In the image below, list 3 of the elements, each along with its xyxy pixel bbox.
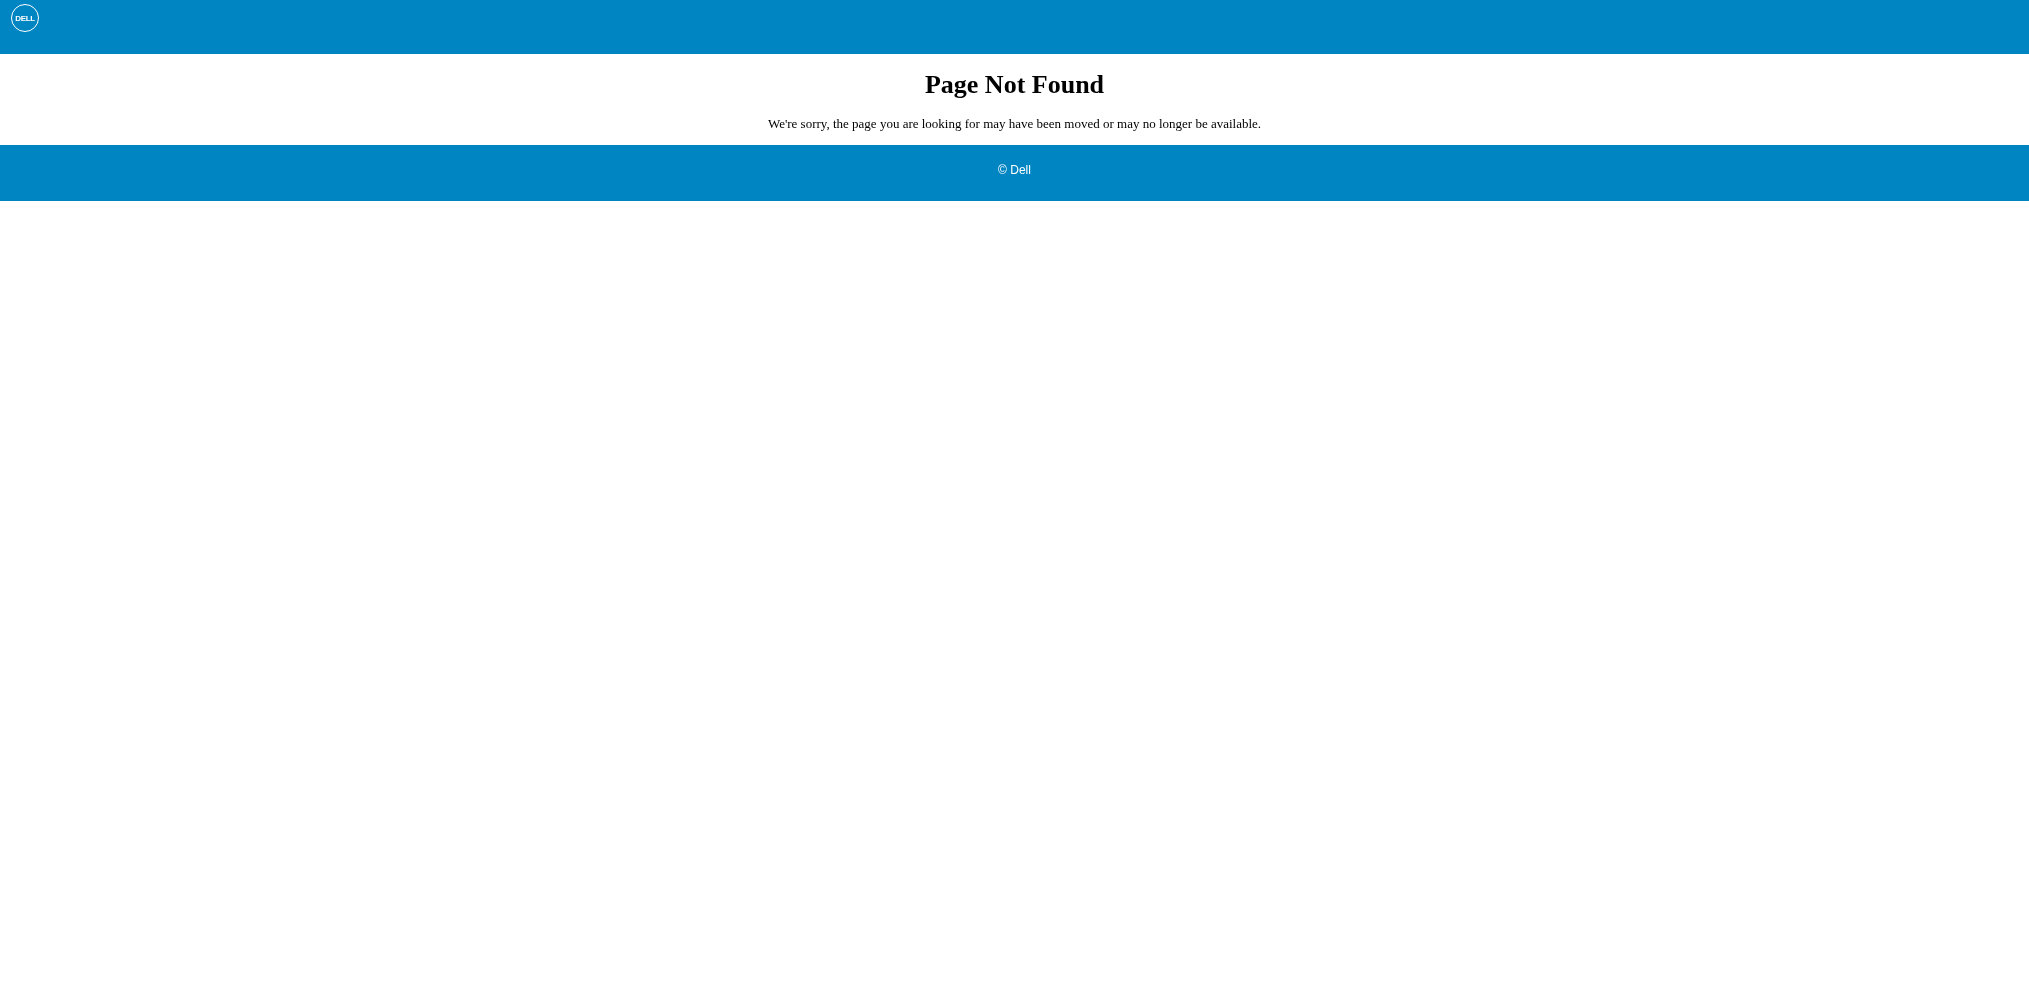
error-message: We're sorry, the page you are looking for may have been moved or may no longer be available. bbox=[767, 116, 1262, 132]
page-title: Page Not Found bbox=[924, 70, 1105, 100]
copyright-text: © Dell bbox=[998, 162, 1031, 177]
